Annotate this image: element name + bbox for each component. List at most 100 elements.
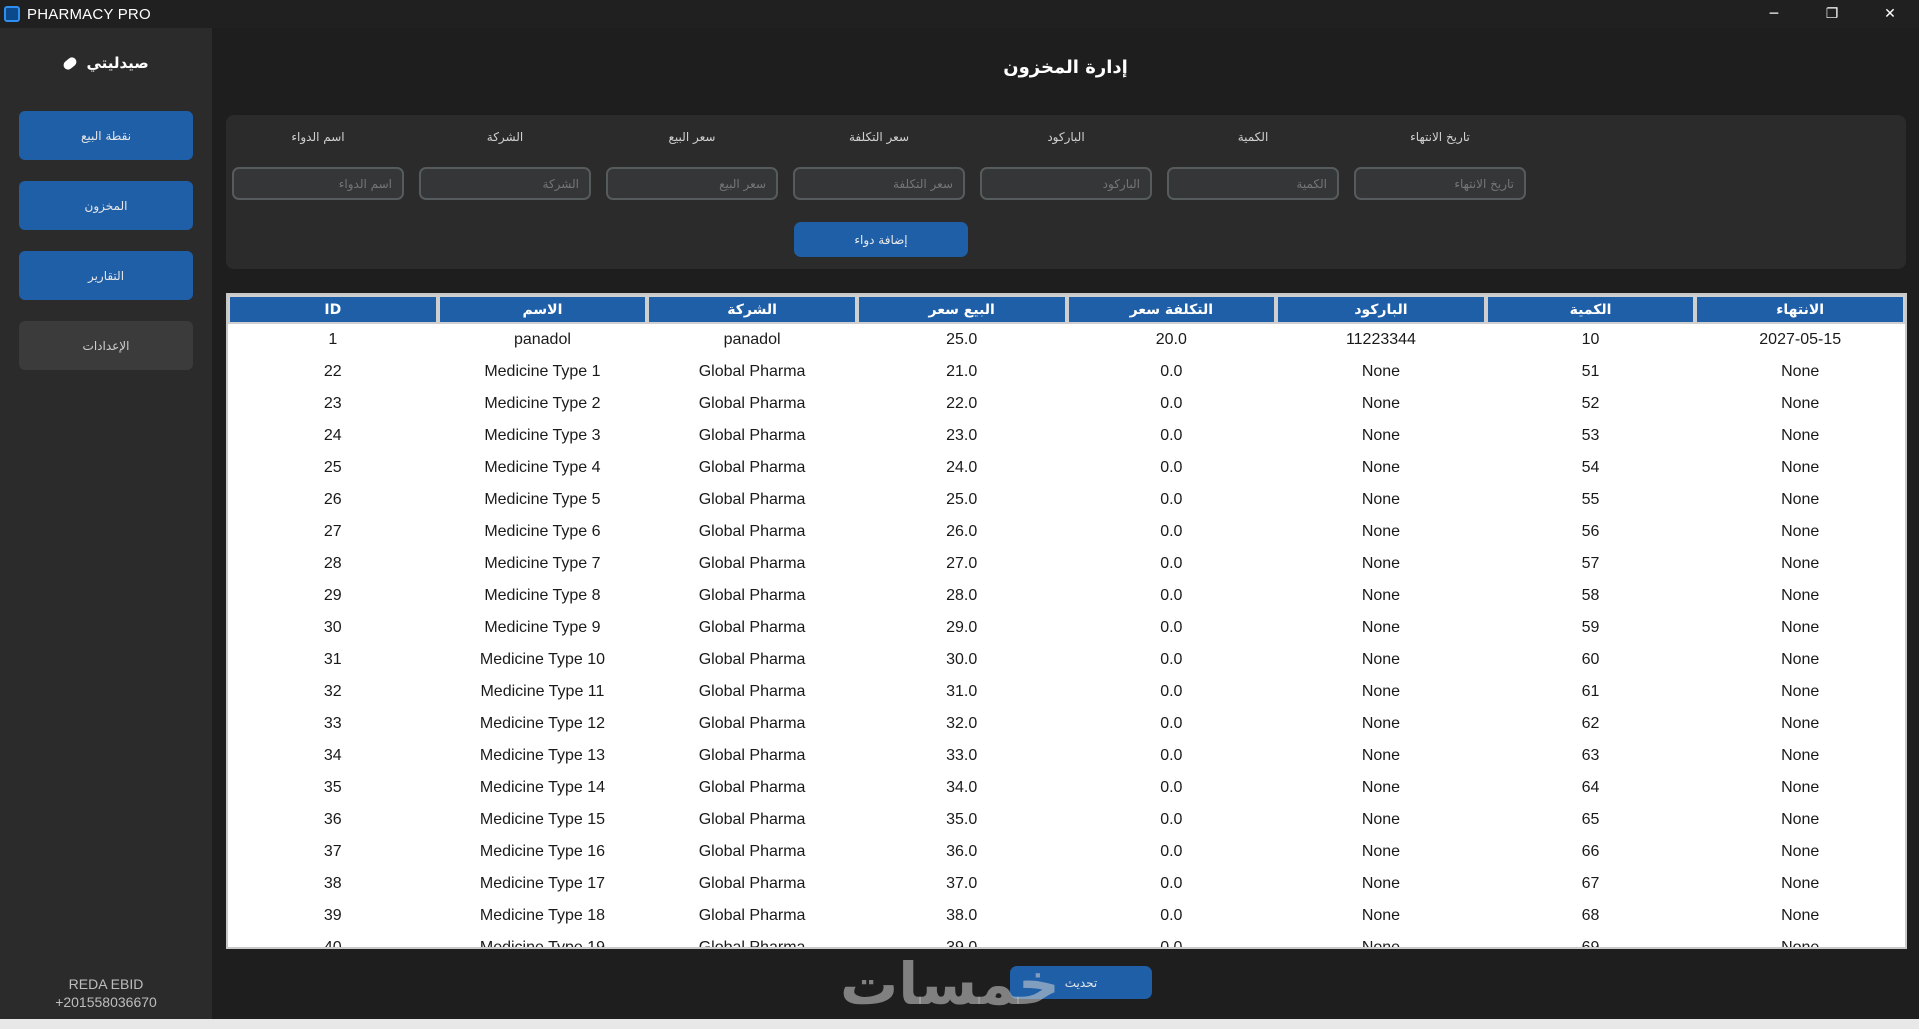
table-cell: 25.0 — [856, 484, 1067, 516]
label-cost-price: سعر التكلفة — [849, 130, 909, 144]
table-row[interactable]: 36 Medicine Type 15 Global Pharma 35.0 0.0 No… — [228, 804, 1905, 836]
table-cell: 58 — [1485, 580, 1696, 612]
table-cell: 68 — [1485, 900, 1696, 932]
maximize-button[interactable]: ❐ — [1803, 0, 1861, 28]
table-cell: 56 — [1485, 516, 1696, 548]
table-cell: 11223344 — [1276, 324, 1486, 356]
cost-price-input[interactable] — [793, 167, 965, 200]
sidebar-item-reports[interactable]: التقارير — [19, 251, 193, 300]
table-cell: Medicine Type 5 — [437, 484, 648, 516]
table-cell: Global Pharma — [647, 932, 857, 947]
add-medicine-button[interactable]: إضافة دواء — [794, 222, 968, 257]
table-cell: 25 — [228, 452, 438, 484]
column-header-name[interactable]: الاسم — [437, 295, 648, 324]
table-cell: 57 — [1485, 548, 1696, 580]
inventory-table[interactable]: ID الاسم الشركة البيع سعر التكلفة سعر ال… — [226, 293, 1907, 949]
table-cell: 0.0 — [1066, 580, 1277, 612]
close-button[interactable]: ✕ — [1861, 0, 1919, 28]
table-row[interactable]: 22 Medicine Type 1 Global Pharma 21.0 0.0 Non… — [228, 356, 1905, 388]
table-cell: 0.0 — [1066, 900, 1277, 932]
table-row[interactable]: 40 Medicine Type 19 Global Pharma 39.0 0.0 No… — [228, 932, 1905, 947]
table-cell: Global Pharma — [647, 900, 857, 932]
table-cell: Global Pharma — [647, 388, 857, 420]
table-row[interactable]: 23 Medicine Type 2 Global Pharma 22.0 0.0 Non… — [228, 388, 1905, 420]
table-row[interactable]: 37 Medicine Type 16 Global Pharma 36.0 0.0 No… — [228, 836, 1905, 868]
expiry-date-input[interactable] — [1354, 167, 1526, 200]
table-row[interactable]: 30 Medicine Type 9 Global Pharma 29.0 0.0 Non… — [228, 612, 1905, 644]
table-row[interactable]: 26 Medicine Type 5 Global Pharma 25.0 0.0 Non… — [228, 484, 1905, 516]
table-cell: Global Pharma — [647, 580, 857, 612]
table-cell: Global Pharma — [647, 740, 857, 772]
column-header-company[interactable]: الشركة — [647, 295, 857, 324]
column-header-id[interactable]: ID — [228, 295, 438, 324]
table-cell: Medicine Type 17 — [437, 868, 648, 900]
table-cell: None — [1276, 900, 1486, 932]
add-medicine-form: اسم الدواء الشركة سعر البيع سعر التكلفة … — [226, 115, 1906, 269]
table-cell: Global Pharma — [647, 836, 857, 868]
table-row[interactable]: 1 panadol panadol 25.0 20.0 11223344 10 2027-05… — [228, 324, 1905, 356]
column-header-cost-price[interactable]: التكلفة سعر — [1066, 295, 1277, 324]
table-cell: 36.0 — [856, 836, 1067, 868]
minimize-button[interactable]: ─ — [1745, 0, 1803, 28]
table-cell: None — [1695, 804, 1905, 836]
table-row[interactable]: 29 Medicine Type 8 Global Pharma 28.0 0.0 Non… — [228, 580, 1905, 612]
table-cell: 0.0 — [1066, 356, 1277, 388]
table-cell: 0.0 — [1066, 676, 1277, 708]
table-cell: Global Pharma — [647, 452, 857, 484]
table-cell: panadol — [437, 324, 648, 356]
sidebar-item-settings[interactable]: الإعدادات — [19, 321, 193, 370]
app-icon — [4, 6, 20, 22]
table-cell: 67 — [1485, 868, 1696, 900]
table-cell: 23.0 — [856, 420, 1067, 452]
column-header-expiry[interactable]: الانتهاء — [1695, 295, 1905, 324]
table-cell: 0.0 — [1066, 612, 1277, 644]
table-cell: None — [1695, 644, 1905, 676]
table-cell: None — [1695, 580, 1905, 612]
table-cell: 0.0 — [1066, 868, 1277, 900]
label-barcode: الباركود — [1047, 130, 1085, 144]
table-cell: None — [1695, 356, 1905, 388]
sale-price-input[interactable] — [606, 167, 778, 200]
table-row[interactable]: 25 Medicine Type 4 Global Pharma 24.0 0.0 Non… — [228, 452, 1905, 484]
barcode-input[interactable] — [980, 167, 1152, 200]
table-cell: Medicine Type 3 — [437, 420, 648, 452]
table-row[interactable]: 34 Medicine Type 13 Global Pharma 33.0 0.0 No… — [228, 740, 1905, 772]
sidebar-item-inventory[interactable]: المخزون — [19, 181, 193, 230]
column-header-sale-price[interactable]: البيع سعر — [856, 295, 1067, 324]
quantity-input[interactable] — [1167, 167, 1339, 200]
table-cell: None — [1276, 804, 1486, 836]
table-cell: 63 — [1485, 740, 1696, 772]
table-cell: 34.0 — [856, 772, 1067, 804]
table-cell: 36 — [228, 804, 438, 836]
table-row[interactable]: 38 Medicine Type 17 Global Pharma 37.0 0.0 No… — [228, 868, 1905, 900]
medicine-name-input[interactable] — [232, 167, 404, 200]
table-cell: 69 — [1485, 932, 1696, 947]
table-cell: None — [1276, 676, 1486, 708]
table-cell: 0.0 — [1066, 836, 1277, 868]
table-cell: None — [1695, 612, 1905, 644]
table-cell: 32 — [228, 676, 438, 708]
table-row[interactable]: 33 Medicine Type 12 Global Pharma 32.0 0.0 No… — [228, 708, 1905, 740]
user-info: REDA EBID +201558036670 — [0, 975, 212, 1011]
table-cell: 37 — [228, 836, 438, 868]
company-input[interactable] — [419, 167, 591, 200]
sidebar-item-pos[interactable]: نقطة البيع — [19, 111, 193, 160]
column-header-barcode[interactable]: الباركود — [1276, 295, 1486, 324]
table-row[interactable]: 39 Medicine Type 18 Global Pharma 38.0 0.0 No… — [228, 900, 1905, 932]
table-row[interactable]: 24 Medicine Type 3 Global Pharma 23.0 0.0 Non… — [228, 420, 1905, 452]
table-cell: None — [1695, 868, 1905, 900]
table-row[interactable]: 31 Medicine Type 10 Global Pharma 30.0 0.0 No… — [228, 644, 1905, 676]
table-cell: 0.0 — [1066, 484, 1277, 516]
table-cell: Global Pharma — [647, 516, 857, 548]
table-row[interactable]: 32 Medicine Type 11 Global Pharma 31.0 0.0 No… — [228, 676, 1905, 708]
table-cell: 27.0 — [856, 548, 1067, 580]
table-cell: None — [1695, 452, 1905, 484]
table-row[interactable]: 35 Medicine Type 14 Global Pharma 34.0 0.0 No… — [228, 772, 1905, 804]
table-row[interactable]: 28 Medicine Type 7 Global Pharma 27.0 0.0 Non… — [228, 548, 1905, 580]
table-cell: 0.0 — [1066, 708, 1277, 740]
table-cell: Medicine Type 16 — [437, 836, 648, 868]
column-header-quantity[interactable]: الكمية — [1485, 295, 1696, 324]
table-cell: 51 — [1485, 356, 1696, 388]
taskbar-strip — [0, 1019, 1919, 1029]
table-row[interactable]: 27 Medicine Type 6 Global Pharma 26.0 0.0 Non… — [228, 516, 1905, 548]
